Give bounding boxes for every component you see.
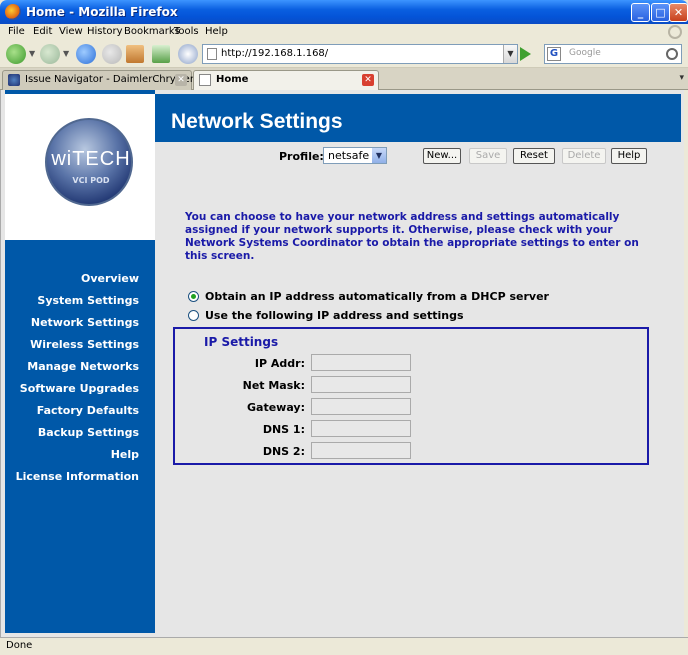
menu-tools[interactable]: Tools [174, 26, 199, 37]
back-dropdown-icon[interactable]: ▼ [29, 49, 35, 58]
nav-system-settings[interactable]: System Settings [5, 290, 139, 312]
sidebar: wiTECH VCI POD Overview System Settings … [5, 90, 155, 633]
search-bar[interactable]: G Google [544, 44, 682, 64]
dns2-label: DNS 2: [262, 445, 305, 458]
window-titlebar: Home - Mozilla Firefox _ □ ✕ [0, 0, 688, 24]
ip-addr-label: IP Addr: [254, 357, 305, 370]
nav-wireless-settings[interactable]: Wireless Settings [5, 334, 139, 356]
nav-manage-networks[interactable]: Manage Networks [5, 356, 139, 378]
forward-icon[interactable] [40, 44, 60, 64]
search-icon[interactable] [666, 48, 678, 60]
new-tab-icon[interactable] [152, 45, 170, 63]
tab-list-icon[interactable]: ▾ [679, 73, 684, 83]
net-mask-input[interactable] [311, 376, 411, 393]
reset-button[interactable]: Reset [513, 148, 555, 164]
nav-factory-defaults[interactable]: Factory Defaults [5, 400, 139, 422]
nav-network-settings[interactable]: Network Settings [5, 312, 139, 334]
navigation-toolbar: ▼ ▼ http://192.168.1.168/ ▼ G Google [0, 40, 688, 68]
forward-dropdown-icon[interactable]: ▼ [63, 49, 69, 58]
gateway-input[interactable] [311, 398, 411, 415]
window-edge [684, 90, 688, 637]
nav-overview[interactable]: Overview [5, 268, 139, 290]
search-placeholder[interactable]: Google [569, 48, 601, 58]
nav-help[interactable]: Help [5, 444, 139, 466]
dns2-input[interactable] [311, 442, 411, 459]
nav-software-upgrades[interactable]: Software Upgrades [5, 378, 139, 400]
url-bar[interactable]: http://192.168.1.168/ ▼ [202, 44, 518, 64]
menu-history[interactable]: History [87, 26, 123, 37]
dns1-label: DNS 1: [262, 423, 305, 436]
witech-logo: wiTECH VCI POD [45, 118, 133, 206]
profile-value[interactable]: netsafe [328, 149, 369, 162]
net-mask-label: Net Mask: [242, 379, 305, 392]
static-ip-label[interactable]: Use the following IP address and setting… [205, 309, 464, 322]
ip-settings-title: IP Settings [204, 335, 279, 349]
ip-addr-input[interactable] [311, 354, 411, 371]
throbber-icon [668, 25, 682, 39]
favicon-icon [8, 74, 20, 86]
page-title: Network Settings [171, 110, 343, 133]
tab-close-icon[interactable]: ✕ [362, 74, 374, 86]
status-text: Done [6, 640, 33, 651]
static-ip-radio[interactable] [188, 310, 199, 321]
url-text[interactable]: http://192.168.1.168/ [221, 48, 328, 59]
intro-text: You can choose to have your network addr… [185, 211, 639, 262]
tab-close-icon[interactable]: ✕ [175, 74, 187, 86]
dhcp-radio[interactable] [188, 291, 199, 302]
page-icon [207, 48, 217, 60]
delete-button[interactable]: Delete [562, 148, 606, 164]
page-header: Network Settings [155, 94, 681, 142]
reload-icon[interactable] [76, 44, 96, 64]
dns1-input[interactable] [311, 420, 411, 437]
firefox-icon [5, 4, 21, 20]
home-icon[interactable] [126, 45, 144, 63]
minimize-button[interactable]: _ [631, 3, 650, 22]
menu-help[interactable]: Help [205, 26, 228, 37]
logo-box: wiTECH VCI POD [5, 94, 155, 240]
menu-file[interactable]: File [8, 26, 25, 37]
gateway-label: Gateway: [247, 401, 305, 414]
status-bar: Done [0, 637, 688, 655]
tab-label[interactable]: Home [216, 74, 248, 85]
menu-edit[interactable]: Edit [33, 26, 52, 37]
maximize-button[interactable]: □ [651, 3, 670, 22]
tab-bar: Issue Navigator - DaimlerChrysler ✕ Home… [0, 68, 688, 91]
ip-settings-box: IP Settings IP Addr: Net Mask: Gateway: … [173, 327, 649, 465]
back-icon[interactable] [6, 44, 26, 64]
close-window-button[interactable]: ✕ [669, 3, 688, 22]
search-engine-icon[interactable]: G [547, 47, 561, 61]
chevron-down-icon[interactable]: ▼ [372, 148, 386, 163]
url-dropdown-icon[interactable]: ▼ [503, 45, 517, 63]
menu-bar: File Edit View History Bookmarks Tools H… [0, 24, 688, 40]
help-button[interactable]: Help [611, 148, 647, 164]
new-button[interactable]: New... [423, 148, 461, 164]
window-title: Home - Mozilla Firefox [26, 5, 178, 19]
tab-home[interactable]: Home ✕ [193, 70, 379, 91]
page-icon [199, 74, 211, 86]
history-icon[interactable] [178, 44, 198, 64]
nav-backup-settings[interactable]: Backup Settings [5, 422, 139, 444]
stop-icon[interactable] [102, 44, 122, 64]
profile-select[interactable]: netsafe ▼ [323, 147, 387, 164]
profile-label: Profile: [279, 150, 324, 163]
dhcp-label[interactable]: Obtain an IP address automatically from … [205, 290, 549, 303]
menu-view[interactable]: View [59, 26, 83, 37]
save-button[interactable]: Save [469, 148, 507, 164]
tab-issue-navigator[interactable]: Issue Navigator - DaimlerChrysler ✕ [2, 70, 194, 90]
nav-menu: Overview System Settings Network Setting… [5, 268, 139, 488]
logo-sub: VCI POD [72, 176, 110, 185]
go-icon[interactable] [520, 47, 531, 61]
page-content: wiTECH VCI POD Overview System Settings … [0, 90, 684, 637]
nav-license-information[interactable]: License Information [5, 466, 139, 488]
logo-brand: wiTECH [51, 148, 131, 170]
tab-label[interactable]: Issue Navigator - DaimlerChrysler [25, 74, 194, 85]
menu-bookmarks[interactable]: Bookmarks [124, 26, 180, 37]
